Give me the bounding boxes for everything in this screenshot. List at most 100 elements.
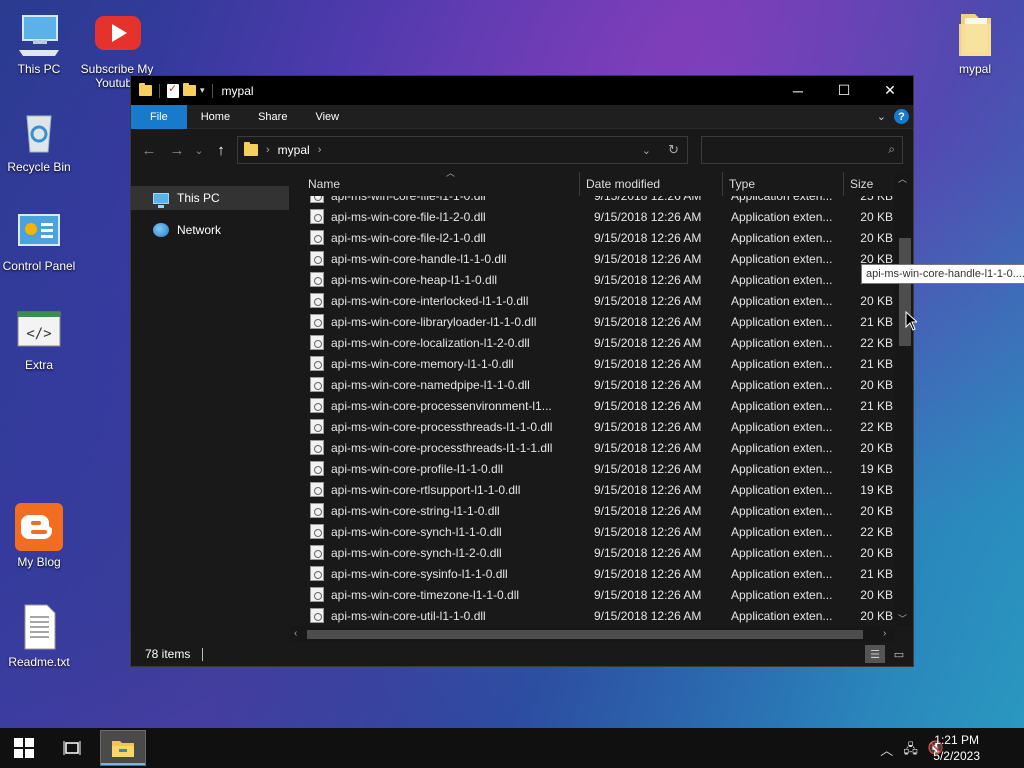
scroll-down-arrow[interactable]: ﹀: [898, 612, 907, 625]
file-type: Application exten...: [731, 335, 833, 350]
dll-file-icon: [310, 524, 324, 539]
file-size: 19 KB: [860, 461, 893, 476]
desktop-icon-label: Control Panel: [2, 259, 76, 273]
navpane-item-this-pc[interactable]: This PC: [131, 186, 289, 210]
file-name: api-ms-win-core-file-l2-1-0.dll: [331, 230, 486, 245]
horizontal-scrollbar[interactable]: ‹ ›: [289, 626, 895, 642]
file-row[interactable]: api-ms-win-core-string-l1-1-0.dll 9/15/20…: [307, 500, 895, 521]
clock-time: 1:21 PM: [934, 733, 979, 747]
file-row[interactable]: api-ms-win-core-memory-l1-1-0.dll 9/15/20…: [307, 353, 895, 374]
file-date: 9/15/2018 12:26 AM: [594, 377, 702, 392]
this-pc-icon: [15, 10, 63, 58]
desktop-icon-this-pc[interactable]: This PC: [0, 10, 78, 76]
file-type: Application exten...: [731, 503, 833, 518]
column-header-size[interactable]: Size: [844, 172, 895, 196]
file-row[interactable]: api-ms-win-core-heap-l1-1-0.dll 9/15/2018…: [307, 269, 895, 290]
file-type: Application exten...: [731, 482, 833, 497]
scroll-left-arrow[interactable]: ‹: [294, 628, 297, 639]
file-row[interactable]: api-ms-win-core-synch-l1-2-0.dll 9/15/201…: [307, 542, 895, 563]
file-row[interactable]: api-ms-win-core-handle-l1-1-0.dll 9/15/20…: [307, 248, 895, 269]
file-row[interactable]: api-ms-win-core-interlocked-l1-1-0.dll 9/…: [307, 290, 895, 311]
address-bar[interactable]: › mypal › ⌄ ↻: [237, 136, 688, 164]
large-icons-view-icon[interactable]: ▭: [889, 645, 909, 663]
file-row[interactable]: api-ms-win-core-processthreads-l1-1-1.dl…: [307, 437, 895, 458]
help-icon[interactable]: ?: [894, 109, 909, 124]
details-view-icon[interactable]: ☰: [865, 645, 885, 663]
dll-file-icon: [310, 356, 324, 371]
file-row[interactable]: api-ms-win-core-file-l2-1-0.dll 9/15/2018…: [307, 227, 895, 248]
scroll-right-arrow[interactable]: ›: [883, 628, 886, 639]
tab-view[interactable]: View: [301, 105, 353, 129]
file-type: Application exten...: [731, 419, 833, 434]
desktop-icon-mypal[interactable]: mypal: [936, 10, 1014, 76]
desktop-icon-my-blog[interactable]: My Blog: [0, 503, 78, 569]
chevron-right-icon[interactable]: ›: [318, 144, 322, 156]
file-row[interactable]: api-ms-win-core-util-l1-1-0.dll 9/15/2018…: [307, 605, 895, 626]
column-header-name[interactable]: Name: [307, 172, 580, 196]
clock[interactable]: 1:21 PM 5/2/2023: [933, 732, 980, 764]
forward-button[interactable]: →: [163, 142, 191, 159]
file-row[interactable]: api-ms-win-core-timezone-l1-1-0.dll 9/15/…: [307, 584, 895, 605]
divider: [202, 647, 204, 661]
tab-home[interactable]: Home: [187, 105, 244, 129]
file-row[interactable]: api-ms-win-core-processthreads-l1-1-0.dl…: [307, 416, 895, 437]
file-name: api-ms-win-core-profile-l1-1-0.dll: [331, 461, 504, 476]
chevron-down-icon[interactable]: ⌄: [642, 144, 651, 157]
network-icon[interactable]: 🖧: [903, 740, 918, 762]
start-button[interactable]: [0, 728, 48, 768]
search-input[interactable]: ⌕: [701, 136, 903, 164]
desktop-icon-label: This PC: [17, 62, 61, 76]
scroll-up-arrow[interactable]: ︿: [898, 172, 907, 185]
breadcrumb[interactable]: mypal: [278, 143, 310, 157]
file-date: 9/15/2018 12:26 AM: [594, 482, 702, 497]
column-header-type[interactable]: Type: [723, 172, 844, 196]
control-panel-icon: [15, 207, 63, 255]
maximize-button[interactable]: ☐: [821, 76, 867, 105]
expand-ribbon-icon[interactable]: ⌄: [877, 110, 886, 123]
horizontal-scroll-thumb[interactable]: [307, 630, 863, 639]
file-row[interactable]: api-ms-win-core-sysinfo-l1-1-0.dll 9/15/2…: [307, 563, 895, 584]
navpane-item-network[interactable]: Network: [131, 218, 289, 242]
file-row[interactable]: api-ms-win-core-rtlsupport-l1-1-0.dll 9/1…: [307, 479, 895, 500]
desktop-icon-label: Recycle Bin: [7, 160, 71, 174]
file-row[interactable]: api-ms-win-core-file-l1-1-0.dll9/15/2018…: [307, 196, 895, 206]
file-type: Application exten...: [731, 398, 833, 413]
recent-locations-button[interactable]: ⌄: [191, 144, 207, 157]
clock-date: 5/2/2023: [933, 749, 980, 763]
file-type: Application exten...: [731, 209, 833, 224]
file-row[interactable]: api-ms-win-core-libraryloader-l1-1-0.dll…: [307, 311, 895, 332]
file-name: api-ms-win-core-namedpipe-l1-1-0.dll: [331, 377, 530, 392]
file-date: 9/15/2018 12:26 AM: [594, 209, 702, 224]
taskbar-file-explorer[interactable]: [100, 730, 146, 766]
tab-file[interactable]: File: [131, 104, 187, 129]
refresh-icon[interactable]: ↻: [668, 142, 679, 158]
file-row[interactable]: api-ms-win-core-profile-l1-1-0.dll 9/15/2…: [307, 458, 895, 479]
new-folder-icon[interactable]: [183, 83, 196, 96]
dll-file-icon: [310, 196, 324, 203]
file-row[interactable]: api-ms-win-core-synch-l1-1-0.dll 9/15/201…: [307, 521, 895, 542]
file-row[interactable]: api-ms-win-core-processenvironment-l1...…: [307, 395, 895, 416]
file-row[interactable]: api-ms-win-core-namedpipe-l1-1-0.dll 9/15…: [307, 374, 895, 395]
desktop-icon-recycle-bin[interactable]: Recycle Bin: [0, 108, 78, 174]
chevron-right-icon[interactable]: ›: [266, 144, 270, 156]
title-bar[interactable]: ▾ mypal ─ ☐ ✕: [131, 76, 913, 105]
chevron-up-icon[interactable]: ︿: [880, 740, 893, 762]
back-button[interactable]: ←: [135, 142, 163, 159]
desktop-icon-extra[interactable]: </> Extra: [0, 306, 78, 372]
properties-icon[interactable]: [167, 82, 179, 98]
file-date: 9/15/2018 12:26 AM: [594, 608, 702, 623]
close-button[interactable]: ✕: [867, 76, 913, 105]
file-type: Application exten...: [731, 461, 833, 476]
up-button[interactable]: ↑: [207, 142, 235, 159]
minimize-button[interactable]: ─: [775, 76, 821, 105]
vertical-scrollbar[interactable]: ︿ ﹀: [895, 172, 912, 626]
column-header-date[interactable]: Date modified: [580, 172, 723, 196]
tab-share[interactable]: Share: [244, 105, 301, 129]
folder-icon: [951, 10, 999, 58]
customize-qat-icon[interactable]: ▾: [200, 85, 205, 96]
file-row[interactable]: api-ms-win-core-localization-l1-2-0.dll 9…: [307, 332, 895, 353]
file-row[interactable]: api-ms-win-core-file-l1-2-0.dll 9/15/2018…: [307, 206, 895, 227]
task-view-button[interactable]: [48, 728, 96, 768]
desktop-icon-control-panel[interactable]: Control Panel: [0, 207, 78, 273]
desktop-icon-readme[interactable]: Readme.txt: [0, 603, 78, 669]
